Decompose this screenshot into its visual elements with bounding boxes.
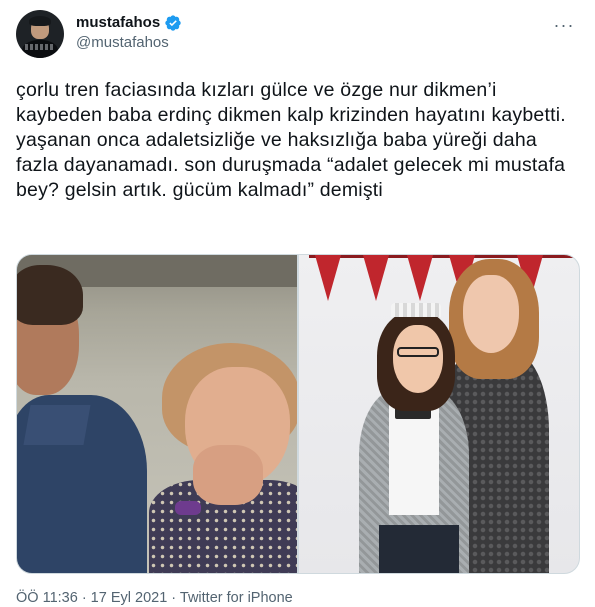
avatar-shirt-print: [25, 44, 55, 50]
tweet-header: mustafahos @mustafahos ···: [16, 10, 579, 62]
bunting-flag-shape: [363, 255, 389, 301]
tweet-metadata: ÖÖ 11:36 · 17 Eyl 2021 · Twitter for iPh…: [16, 589, 293, 607]
tweet-photo-1[interactable]: [17, 255, 297, 573]
photo-figure-shape: [397, 347, 439, 357]
photo-figure-shape: [175, 501, 201, 515]
bunting-flag-shape: [407, 255, 433, 301]
tweet-media-grid: [16, 254, 580, 574]
photo-figure-shape: [379, 525, 459, 573]
photo-figure-shape: [17, 265, 83, 325]
tweet-source[interactable]: Twitter for iPhone: [180, 590, 293, 606]
tweet-timestamp[interactable]: ÖÖ 11:36 · 17 Eyl 2021: [16, 590, 167, 606]
meta-separator: ·: [167, 590, 180, 606]
author-info: mustafahos @mustafahos: [76, 13, 182, 53]
photo-figure-shape: [463, 275, 519, 353]
more-horizontal-icon: ···: [553, 15, 575, 35]
more-options-button[interactable]: ···: [549, 10, 579, 40]
avatar[interactable]: [16, 10, 64, 58]
photo-figure-shape: [391, 303, 441, 317]
author-display-name-row[interactable]: mustafahos: [76, 13, 182, 33]
verified-badge-icon: [165, 15, 181, 31]
author-display-name[interactable]: mustafahos: [76, 13, 160, 33]
photo-figure-shape: [393, 325, 443, 393]
author-handle[interactable]: @mustafahos: [76, 33, 182, 53]
avatar-hair-shape: [29, 16, 51, 26]
tweet-photo-2[interactable]: [299, 255, 579, 573]
photo-figure-shape: [193, 445, 263, 505]
photo-figure-shape: [23, 405, 91, 445]
tweet-text: çorlu tren faciasında kızları gülce ve ö…: [16, 79, 566, 201]
bunting-flag-shape: [315, 255, 341, 301]
